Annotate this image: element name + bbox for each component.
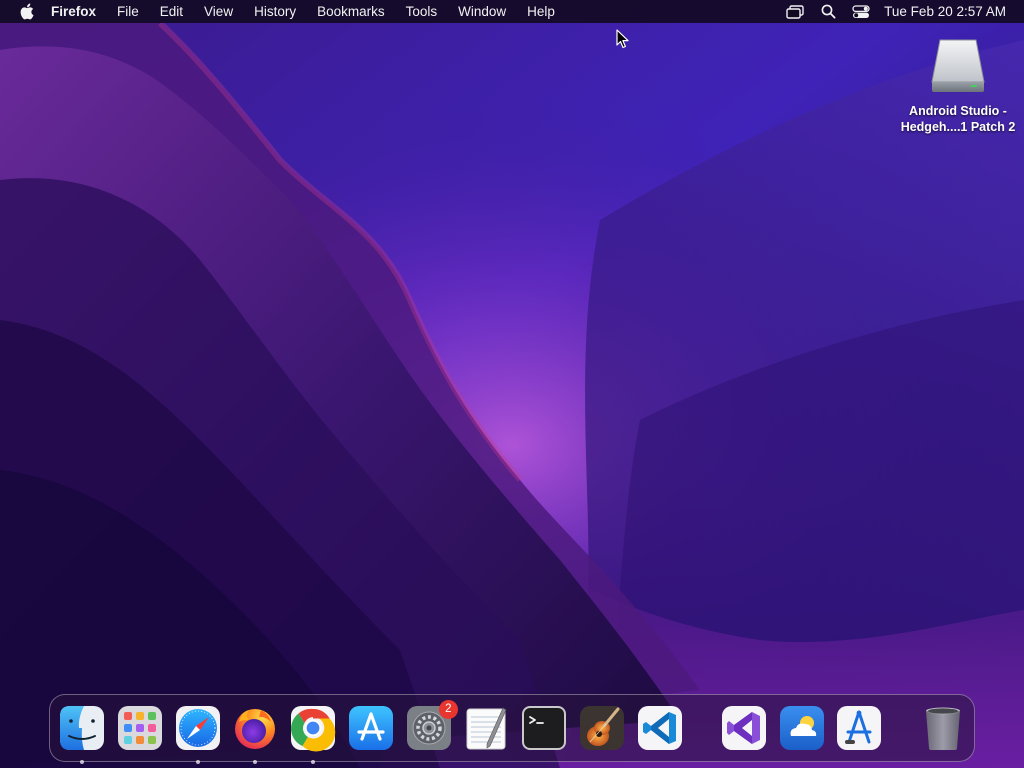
dock-visual-studio[interactable] — [720, 704, 768, 752]
menu-bar-clock[interactable]: Tue Feb 20 2:57 AM — [884, 4, 1006, 19]
terminal-icon — [522, 706, 567, 750]
dock-garageband[interactable] — [578, 704, 626, 752]
menu-view[interactable]: View — [204, 4, 233, 19]
trash-icon — [926, 707, 961, 750]
instruments-icon — [837, 706, 882, 750]
dock-safari[interactable] — [174, 704, 222, 764]
desktop-icon-label-line2: Hedgeh....1 Patch 2 — [900, 120, 1016, 134]
notification-badge: 2 — [438, 700, 458, 719]
running-indicator — [195, 760, 200, 764]
menu-bar: Firefox File Edit View History Bookmarks… — [0, 0, 1024, 23]
desktop-icon-label-line1: Android Studio - — [909, 104, 1007, 118]
dock-weather[interactable] — [778, 704, 826, 752]
visual-studio-icon — [721, 706, 766, 750]
textedit-icon — [466, 707, 506, 750]
dock-launchpad[interactable] — [116, 704, 164, 752]
garageband-icon — [580, 706, 625, 750]
screen-mirroring-icon[interactable] — [785, 2, 805, 22]
desktop-disk-image-item[interactable]: Android Studio - Hedgeh....1 Patch 2 — [896, 34, 1020, 135]
dock-vscode[interactable] — [636, 704, 684, 752]
dock-app-store[interactable] — [347, 704, 395, 752]
chrome-icon — [291, 706, 336, 752]
dock-terminal[interactable] — [520, 704, 568, 752]
finder-icon — [60, 706, 104, 750]
dock-firefox[interactable] — [231, 704, 279, 764]
menu-window[interactable]: Window — [458, 4, 506, 19]
dock-system-preferences[interactable]: 2 — [405, 700, 458, 752]
spotlight-search-icon[interactable] — [818, 2, 838, 22]
menu-help[interactable]: Help — [527, 4, 555, 19]
drive-icon — [931, 39, 985, 92]
menu-file[interactable]: File — [117, 4, 139, 19]
running-indicator — [80, 760, 84, 764]
safari-icon — [175, 706, 220, 750]
dock: 2 — [49, 694, 975, 764]
dock-textedit[interactable] — [463, 704, 511, 752]
desktop-wallpaper — [0, 0, 1024, 768]
launchpad-icon — [117, 706, 162, 750]
mouse-pointer-icon — [616, 29, 629, 49]
vscode-icon — [637, 706, 682, 750]
apple-menu-icon[interactable] — [16, 2, 36, 22]
menu-history[interactable]: History — [254, 4, 296, 19]
menu-bar-status-area: Tue Feb 20 2:57 AM — [785, 2, 1024, 22]
menu-edit[interactable]: Edit — [160, 4, 183, 19]
dock-finder[interactable] — [58, 704, 106, 764]
menu-tools[interactable]: Tools — [406, 4, 438, 19]
firefox-icon — [235, 709, 276, 749]
menu-bookmarks[interactable]: Bookmarks — [317, 4, 385, 19]
dock-instruments[interactable] — [835, 704, 883, 752]
dock-chrome[interactable] — [289, 704, 337, 764]
menu-app-name[interactable]: Firefox — [51, 4, 96, 19]
weather-icon — [779, 706, 824, 750]
app-store-icon — [348, 706, 393, 750]
desktop-icon-label: Android Studio - Hedgeh....1 Patch 2 — [901, 103, 1016, 135]
control-center-icon[interactable] — [851, 2, 871, 22]
dock-trash[interactable] — [919, 704, 967, 752]
